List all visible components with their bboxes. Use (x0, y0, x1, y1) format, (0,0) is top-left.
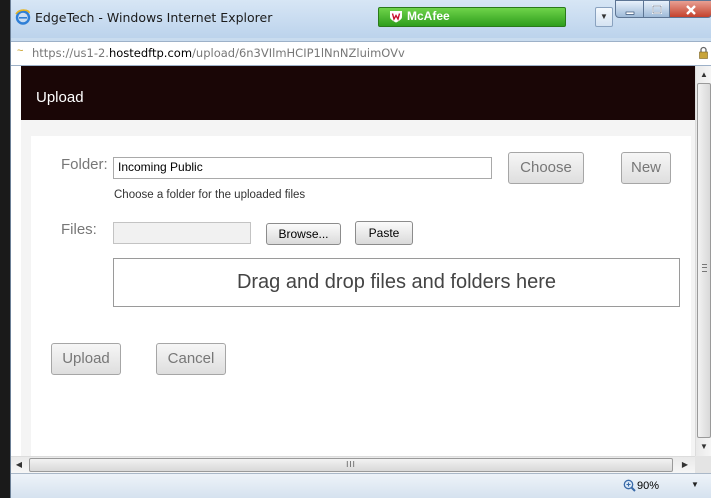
choose-button[interactable]: Choose (508, 152, 584, 184)
vertical-scrollbar[interactable]: ▲ ▼ (695, 66, 711, 456)
cancel-button[interactable]: Cancel (156, 343, 226, 375)
folder-hint: Choose a folder for the uploaded files (114, 189, 306, 201)
chevron-down-icon[interactable]: ▼ (691, 480, 699, 489)
scroll-up-arrow-icon[interactable]: ▲ (696, 70, 711, 79)
browser-window: EdgeTech - Windows Internet Explorer McA… (10, 0, 711, 498)
dialog-header: Upload (21, 66, 695, 120)
vertical-scroll-thumb[interactable] (697, 83, 711, 438)
mcafee-toolbar-button[interactable]: McAfee (378, 7, 566, 27)
page-content: Upload Folder: Incoming Public Choose Ne… (11, 66, 695, 456)
window-title: EdgeTech - Windows Internet Explorer (35, 10, 273, 25)
folder-input[interactable]: Incoming Public (113, 157, 492, 179)
scroll-left-arrow-icon[interactable]: ◀ (11, 460, 27, 469)
minimize-icon (625, 11, 634, 15)
scroll-right-arrow-icon[interactable]: ▶ (677, 460, 693, 469)
horizontal-scroll-thumb[interactable]: III (29, 458, 673, 472)
internet-explorer-icon (15, 9, 31, 25)
grip-icon (702, 264, 707, 272)
dialog-title: Upload (36, 89, 84, 106)
mcafee-shield-icon (390, 11, 402, 23)
upload-button[interactable]: Upload (51, 343, 121, 375)
horizontal-scrollbar[interactable]: ◀ III ▶ (11, 456, 711, 473)
lock-icon[interactable] (699, 46, 708, 59)
browse-button[interactable]: Browse... (266, 223, 341, 245)
mcafee-label: McAfee (407, 9, 450, 23)
scroll-down-arrow-icon[interactable]: ▼ (696, 442, 711, 451)
maximize-icon (651, 5, 662, 14)
minimize-button[interactable] (615, 0, 644, 18)
close-button[interactable] (669, 0, 711, 18)
chevron-down-icon[interactable]: ▼ (595, 7, 613, 27)
scrollbar-corner (695, 456, 711, 473)
zoom-level[interactable]: 90% (637, 480, 659, 492)
files-input[interactable] (113, 222, 251, 244)
maximize-button[interactable] (643, 0, 670, 18)
address-url: https://us1-2.hostedftp.com/upload/6n3VI… (32, 46, 405, 60)
page-icon: ~ (17, 45, 24, 57)
close-icon (685, 5, 696, 15)
folder-label: Folder: (61, 156, 108, 173)
new-button[interactable]: New (621, 152, 671, 184)
title-bar: EdgeTech - Windows Internet Explorer McA… (11, 0, 711, 38)
drop-zone[interactable]: Drag and drop files and folders here (113, 258, 680, 307)
address-bar[interactable]: ~ https://us1-2.hostedftp.com/upload/6n3… (11, 41, 711, 66)
zoom-icon[interactable] (623, 479, 636, 492)
status-bar: 90% ▼ (11, 473, 711, 498)
files-label: Files: (61, 221, 97, 238)
paste-button[interactable]: Paste (355, 221, 413, 245)
